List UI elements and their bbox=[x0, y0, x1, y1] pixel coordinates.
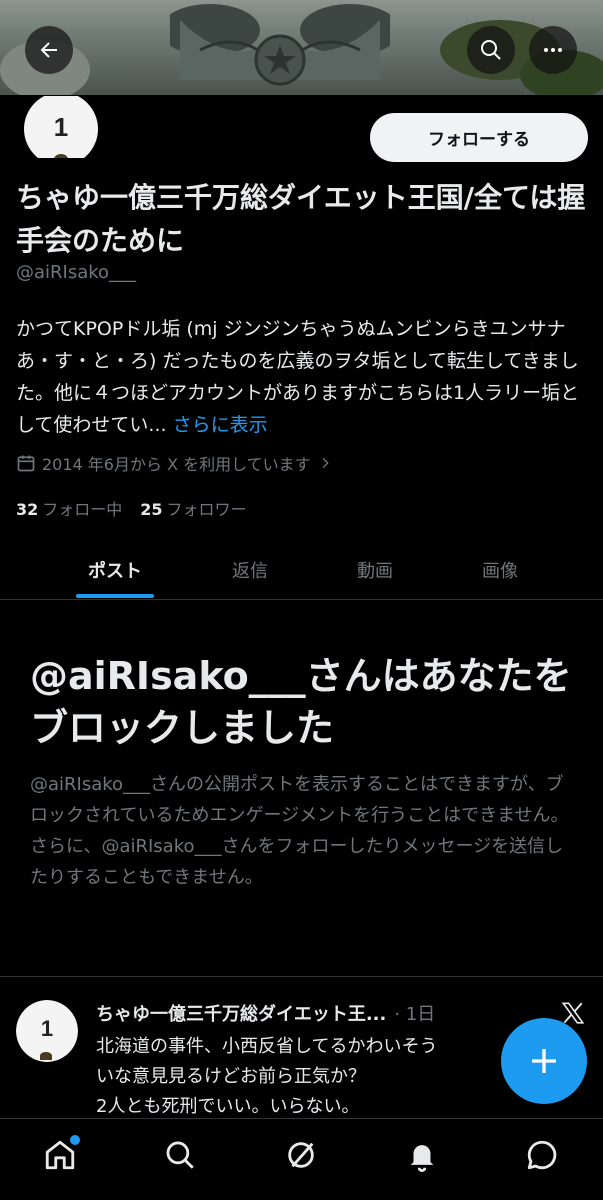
nav-home[interactable] bbox=[42, 1135, 80, 1173]
notification-dot bbox=[70, 1135, 80, 1145]
more-icon bbox=[544, 48, 562, 52]
bio-text: かつてKPOPドル垢 (mj ジンジンちゃうぬムンビンらきユンサナあ・す・と・ろ… bbox=[16, 318, 580, 436]
calendar-icon bbox=[17, 455, 35, 472]
search-icon bbox=[166, 1141, 194, 1169]
post-line: いな意見見るけどお前ら正気か？ bbox=[96, 1066, 366, 1087]
more-button[interactable] bbox=[529, 26, 577, 74]
joined-date[interactable]: 2014 年6月から X を利用しています bbox=[16, 451, 333, 475]
blocked-title: @aiRIsako___さんはあなたをブロックしました bbox=[30, 654, 572, 750]
show-more-link[interactable]: さらに表示 bbox=[173, 414, 268, 436]
following-label: フォロー中 bbox=[42, 500, 123, 519]
divider bbox=[0, 976, 603, 977]
post-body[interactable]: 北海道の事件、小西反省してるかわいそう いな意見見るけどお前ら正気か？ 2人とも… bbox=[96, 1032, 536, 1122]
nav-search[interactable] bbox=[162, 1137, 198, 1173]
followers-link[interactable]: 25 フォロワー bbox=[140, 496, 246, 520]
messages-icon bbox=[527, 1140, 557, 1170]
post-author-name[interactable]: ちゃゆ一億三千万総ダイエット王... bbox=[96, 1000, 386, 1026]
profile-tabs: ポスト 返信 動画 画像 bbox=[0, 540, 603, 600]
tab-videos[interactable]: 動画 bbox=[323, 540, 427, 600]
followers-count: 25 bbox=[140, 500, 163, 519]
profile-bio: かつてKPOPドル垢 (mj ジンジンちゃうぬムンビンらきユンサナあ・す・と・ろ… bbox=[16, 313, 591, 441]
search-icon bbox=[481, 40, 501, 60]
follow-counts: 32 フォロー中 25 フォロワー bbox=[16, 496, 247, 520]
nav-notifications[interactable] bbox=[404, 1137, 440, 1173]
post-avatar-number: 1 bbox=[40, 1016, 54, 1041]
tab-images[interactable]: 画像 bbox=[448, 540, 552, 600]
joined-text: 2014 年6月から X を利用しています bbox=[42, 455, 311, 474]
blocked-description: @aiRIsako___さんの公開ポストを表示することはできますが、ブロックされ… bbox=[30, 774, 569, 888]
bottom-nav bbox=[0, 1118, 603, 1200]
avatar-number: 1 bbox=[53, 111, 69, 142]
post-line: 北海道の事件、小西反省してるかわいそう bbox=[96, 1036, 438, 1057]
post-time: · 1日 bbox=[394, 1004, 436, 1025]
post-avatar[interactable]: 1 bbox=[16, 1000, 78, 1062]
banner-image bbox=[170, 4, 390, 86]
following-count: 32 bbox=[16, 500, 39, 519]
following-link[interactable]: 32 フォロー中 bbox=[16, 496, 122, 520]
post-header: ちゃゆ一億三千万総ダイエット王... · 1日 bbox=[96, 1000, 435, 1026]
compose-button[interactable] bbox=[501, 1018, 587, 1104]
back-button[interactable] bbox=[25, 26, 73, 74]
nav-messages[interactable] bbox=[524, 1137, 560, 1173]
followers-label: フォロワー bbox=[166, 500, 247, 519]
nav-grok[interactable] bbox=[283, 1137, 319, 1173]
grok-icon bbox=[288, 1142, 314, 1168]
display-name: ちゃゆ一億三千万総ダイエット王国/全ては握手会のために bbox=[16, 181, 586, 257]
tab-posts[interactable]: ポスト bbox=[62, 540, 168, 600]
profile-avatar[interactable]: 1 bbox=[24, 96, 98, 158]
profile-handle: @aiRIsako___ bbox=[16, 262, 137, 283]
back-arrow-icon bbox=[40, 42, 57, 58]
chevron-right-icon bbox=[322, 457, 329, 469]
follow-button[interactable]: フォローする bbox=[370, 113, 588, 162]
plus-icon bbox=[532, 1049, 556, 1073]
search-button[interactable] bbox=[467, 26, 515, 74]
tab-replies[interactable]: 返信 bbox=[198, 540, 302, 600]
bell-icon bbox=[410, 1145, 434, 1172]
active-tab-indicator bbox=[76, 594, 154, 598]
